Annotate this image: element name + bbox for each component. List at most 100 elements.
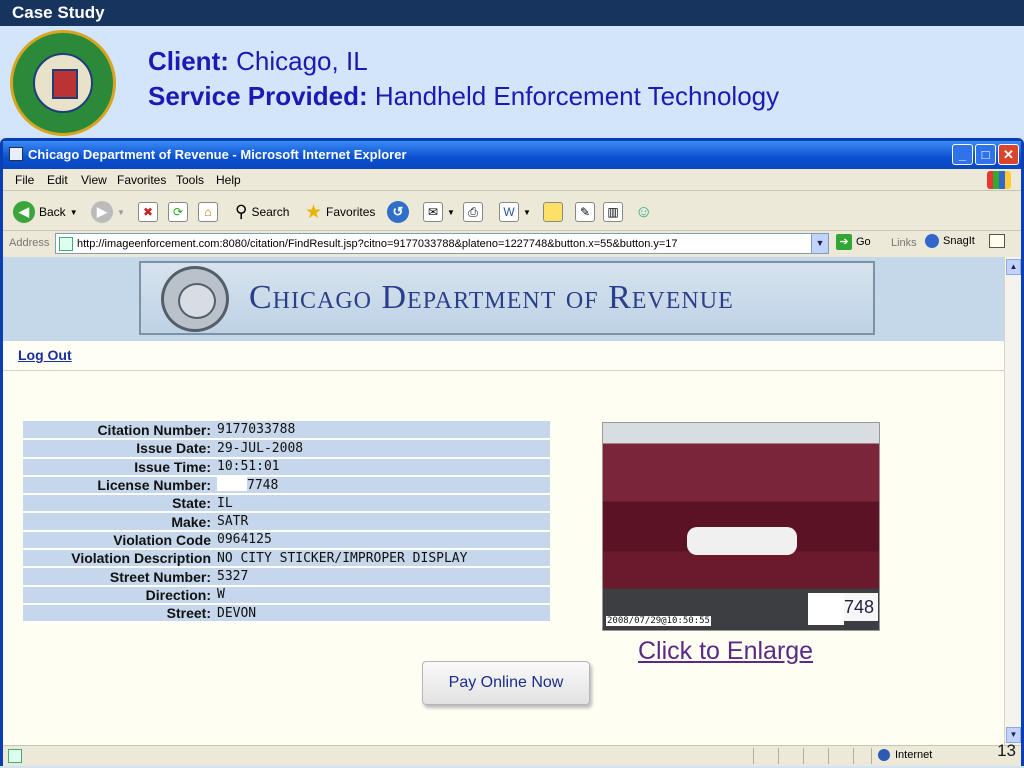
links-label[interactable]: Links [891, 237, 917, 249]
favorites-star-icon: ★ [305, 201, 323, 223]
state-value: IL [214, 494, 550, 514]
street-label: Street: [23, 603, 214, 624]
banner-band: Chicago Department of Revenue [3, 257, 1004, 341]
favorites-button[interactable]: ★ Favorites [305, 199, 375, 225]
ie-window: Chicago Department of Revenue - Microsof… [0, 138, 1024, 766]
direction-label: Direction: [23, 585, 214, 605]
word-edit-icon[interactable]: W [499, 202, 519, 222]
revenue-banner: Chicago Department of Revenue [139, 261, 875, 335]
city-seal-icon [161, 266, 229, 332]
back-button[interactable]: ◀ Back ▼ [13, 199, 78, 225]
edit-capture-icon[interactable] [988, 234, 1005, 248]
messenger-icon[interactable]: ☺ [635, 202, 652, 222]
street-number-label: Street Number: [23, 567, 214, 587]
table-row: Issue Date: 29-JUL-2008 [23, 439, 550, 459]
status-divider [853, 748, 854, 764]
menu-file[interactable]: File [15, 173, 34, 187]
plate-redaction-mask [808, 593, 844, 625]
table-row: License Number: 7748 [23, 475, 550, 496]
slide-page-number: 13 [997, 741, 1016, 760]
standard-toolbar: ◀ Back ▼ ▶ ▼ ✖ ⟳ ⌂ ⚲ Search ★ Favorites … [3, 191, 1021, 231]
license-plate: 7748 [808, 593, 878, 625]
snagit-icon [925, 234, 939, 248]
forward-arrow-icon: ▶ [91, 201, 113, 223]
vehicle-photo[interactable]: 7748 2008/07/29@10:50:55 [602, 422, 880, 631]
address-url: http://imageenforcement.com:8080/citatio… [77, 238, 678, 250]
street-number-value: 5327 [214, 567, 550, 587]
table-row: Violation Description NO CITY STICKER/IMP… [23, 549, 550, 569]
print-icon[interactable]: ⎙ [463, 202, 483, 222]
browser-chrome: File Edit View Favorites Tools Help ◀ Ba… [3, 169, 1021, 257]
search-button[interactable]: ⚲ Search [235, 199, 289, 225]
go-arrow-icon: ➔ [836, 234, 852, 250]
mail-icon[interactable]: ✉ [423, 202, 443, 222]
research-icon[interactable]: ▥ [603, 202, 623, 222]
close-button[interactable]: ✕ [998, 144, 1019, 165]
window-titlebar[interactable]: Chicago Department of Revenue - Microsof… [3, 141, 1021, 169]
go-button[interactable]: ➔ Go [836, 234, 871, 250]
license-number-cell: 7748 [214, 475, 550, 496]
menu-edit[interactable]: Edit [47, 173, 68, 187]
address-input[interactable]: http://imageenforcement.com:8080/citatio… [55, 233, 829, 254]
table-row: Make: SATR [23, 512, 550, 532]
make-value: SATR [214, 512, 550, 532]
history-icon[interactable]: ↺ [387, 201, 409, 223]
scroll-up-icon[interactable]: ▲ [1006, 259, 1021, 275]
snagit-button[interactable]: SnagIt [925, 234, 1005, 248]
table-row: Issue Time: 10:51:01 [23, 457, 550, 477]
favorites-label: Favorites [326, 205, 376, 219]
service-value: Handheld Enforcement Technology [374, 81, 780, 111]
stop-icon[interactable]: ✖ [138, 202, 158, 222]
menu-help[interactable]: Help [216, 173, 241, 187]
refresh-icon[interactable]: ⟳ [168, 202, 188, 222]
status-bar: Internet [3, 745, 1021, 766]
issue-time-value: 10:51:01 [214, 457, 550, 477]
messenger-edit-icon[interactable]: ✎ [575, 202, 595, 222]
client-label: Client: [148, 46, 229, 76]
chicago-city-seal-logo [10, 30, 116, 136]
status-divider [828, 748, 829, 764]
ie-page-icon [9, 147, 23, 161]
table-row: Direction: W [23, 585, 550, 605]
violation-description-label: Violation Description [23, 549, 214, 569]
car-headlight [687, 527, 797, 555]
client-value: Chicago, IL [236, 46, 368, 76]
back-dropdown-icon[interactable]: ▼ [70, 208, 78, 217]
click-to-enlarge-link[interactable]: Click to Enlarge [638, 637, 813, 666]
maximize-button[interactable]: □ [975, 144, 996, 165]
status-divider [778, 748, 779, 764]
status-divider [803, 748, 804, 764]
home-icon[interactable]: ⌂ [198, 202, 218, 222]
go-label: Go [856, 236, 871, 248]
table-row: Street: DEVON [23, 603, 550, 624]
citation-table: Citation Number: 9177033788 Issue Date: 29… [23, 421, 550, 624]
address-dropdown-icon[interactable]: ▼ [811, 234, 828, 253]
forward-button[interactable]: ▶ ▼ [91, 199, 125, 225]
redaction-mask [217, 477, 247, 492]
menu-tools[interactable]: Tools [176, 173, 204, 187]
minimize-button[interactable]: _ [952, 144, 973, 165]
logout-link[interactable]: Log Out [18, 347, 72, 363]
menu-view[interactable]: View [81, 173, 107, 187]
pay-online-button[interactable]: Pay Online Now [422, 661, 590, 705]
table-row: State: IL [23, 494, 550, 514]
forward-dropdown-icon[interactable]: ▼ [117, 208, 125, 217]
status-divider [753, 748, 754, 764]
vertical-scrollbar[interactable]: ▲ ▼ [1004, 257, 1021, 745]
citation-number-label: Citation Number: [23, 421, 214, 441]
edit-dropdown-icon[interactable]: ▼ [523, 208, 531, 217]
service-label: Service Provided: [148, 81, 368, 111]
issue-date-value: 29-JUL-2008 [214, 439, 550, 459]
violation-description-value: NO CITY STICKER/IMPROPER DISPLAY [214, 549, 550, 569]
notes-icon[interactable] [543, 202, 563, 222]
logout-bar: Log Out [3, 341, 1004, 371]
back-arrow-icon: ◀ [13, 201, 35, 223]
direction-value: W [214, 585, 550, 605]
slide-heading: Client: Chicago, IL Service Provided: Ha… [148, 44, 779, 114]
slide-header-bar: Case Study [0, 0, 1024, 26]
mail-dropdown-icon[interactable]: ▼ [447, 208, 455, 217]
snagit-label: SnagIt [943, 235, 975, 247]
address-label: Address [9, 237, 50, 249]
issue-time-label: Issue Time: [23, 457, 214, 477]
menu-favorites[interactable]: Favorites [117, 173, 166, 187]
